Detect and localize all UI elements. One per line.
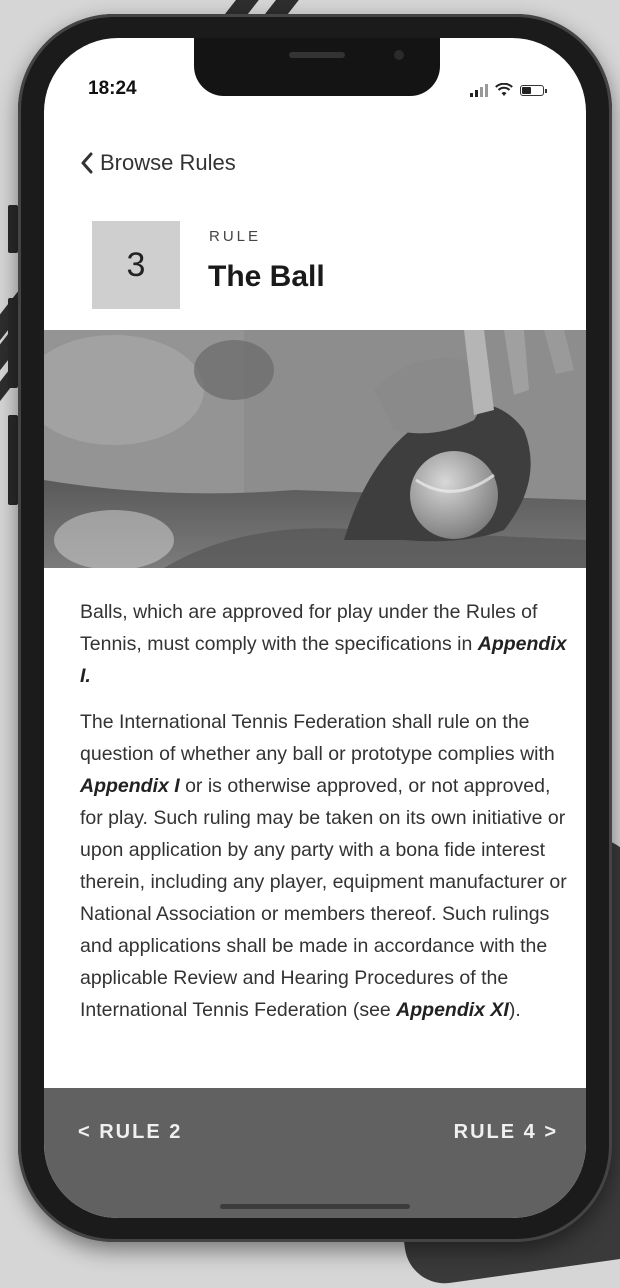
home-indicator[interactable] <box>220 1204 410 1209</box>
status-icons <box>470 82 547 98</box>
speaker <box>289 52 345 58</box>
battery-icon <box>520 84 547 96</box>
chevron-left-icon <box>81 152 93 174</box>
paragraph: Balls, which are approved for play under… <box>80 596 570 692</box>
rule-navigation-bar <box>44 1088 586 1218</box>
previous-rule-button[interactable]: < RULE 2 <box>78 1121 182 1144</box>
back-label: Browse Rules <box>100 150 236 175</box>
rule-title: The Ball <box>208 260 325 293</box>
tennis-ball-photo <box>44 330 586 568</box>
text-run: or is otherwise approved, or not approve… <box>80 775 567 1021</box>
appendix-reference[interactable]: Appendix XI <box>396 999 509 1021</box>
volume-down-button <box>8 415 18 505</box>
rule-number-badge: 3 <box>92 221 180 309</box>
rule-text: Balls, which are approved for play under… <box>80 596 570 1040</box>
text-run: The International Tennis Federation shal… <box>80 711 555 765</box>
paragraph: The International Tennis Federation shal… <box>80 706 570 1026</box>
text-run: ). <box>508 999 521 1021</box>
appendix-reference[interactable]: Appendix I <box>80 775 180 797</box>
next-rule-button[interactable]: RULE 4 > <box>454 1121 558 1144</box>
volume-up-button <box>8 298 18 388</box>
wifi-icon <box>495 83 513 96</box>
back-button[interactable]: Browse Rules <box>80 150 236 176</box>
text-run: Balls, which are approved for play under… <box>80 601 538 655</box>
front-camera <box>394 50 404 60</box>
status-time: 18:24 <box>88 78 137 99</box>
silent-switch <box>8 205 18 253</box>
rule-label: RULE <box>209 228 262 245</box>
phone-frame: 18:24 Browse Rules 3 RULE The Ball Balls… <box>18 14 612 1242</box>
app-screen: 18:24 Browse Rules 3 RULE The Ball Balls… <box>44 38 586 1218</box>
cellular-signal-icon <box>470 83 488 97</box>
notch <box>194 38 440 96</box>
hero-image <box>44 330 586 568</box>
